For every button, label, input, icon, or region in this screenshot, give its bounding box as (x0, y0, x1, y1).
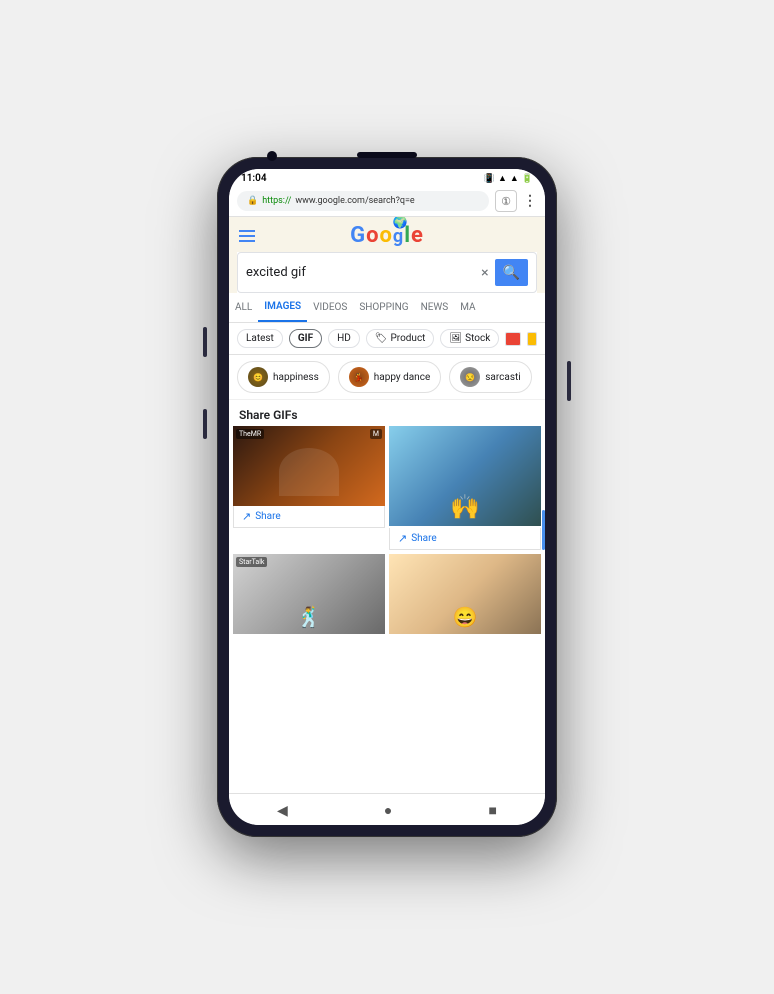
volume-down-button (203, 409, 207, 439)
share-label-2: Share (411, 533, 436, 544)
chip-gif[interactable]: GIF (289, 329, 322, 348)
gif-thumb-2: 🙌 (389, 426, 541, 526)
gif-source-badge: M (370, 429, 382, 439)
share-label-1: Share (255, 511, 280, 522)
vibrate-icon: 📳 (484, 174, 495, 184)
hamburger-line (239, 240, 255, 242)
pill-avatar-2: 💃 (349, 367, 369, 387)
pill-happiness[interactable]: 😊 happiness (237, 361, 330, 393)
tab-all[interactable]: ALL (229, 293, 258, 322)
chip-stock[interactable]: 🖼 Stock (440, 329, 499, 348)
hamburger-line (239, 235, 255, 237)
logo-g: G (350, 223, 366, 248)
google-logo: G o o g 🌍 l e (350, 223, 424, 248)
tab-shopping[interactable]: SHOPPING (353, 293, 414, 322)
share-icon-2: ↗ (398, 532, 407, 545)
logo-doodle: g 🌍 (393, 223, 404, 248)
status-time: 11:04 (241, 173, 267, 184)
logo-o2: o (379, 223, 392, 248)
hamburger-menu-button[interactable] (239, 230, 255, 242)
home-button[interactable]: ● (384, 802, 392, 819)
logo-e: e (411, 223, 424, 248)
gif-thumb-4: 😄 (389, 554, 541, 634)
speaker (357, 152, 417, 158)
camera (267, 151, 277, 161)
search-query: excited gif (246, 265, 475, 280)
tag-icon: 🏷 (375, 333, 388, 344)
gif-figure-2: 🙌 (450, 493, 480, 521)
chip-hd[interactable]: HD (328, 329, 360, 348)
search-box[interactable]: excited gif × 🔍 (237, 252, 537, 293)
wifi-icon: ▲ (498, 173, 507, 184)
google-header: G o o g 🌍 l e (229, 217, 545, 252)
gif-card-4[interactable]: 😄 (389, 554, 541, 634)
hamburger-line (239, 230, 255, 232)
gif-label-1: TheMR (236, 429, 264, 439)
tab-more[interactable]: MA (454, 293, 481, 322)
gif-thumb-3: StarTalk 🕺 (233, 554, 385, 634)
search-area: excited gif × 🔍 (237, 252, 537, 293)
url-bar: 🔒 https:// www.google.com/search?q=e ① ⋮ (229, 186, 545, 217)
pill-sarcastic[interactable]: 😒 sarcasti (449, 361, 531, 393)
chip-color[interactable] (505, 332, 521, 346)
gif-person-silhouette (279, 448, 340, 496)
url-https: https:// (262, 196, 291, 206)
image-icon: 🖼 (449, 333, 462, 344)
recents-button[interactable]: ■ (488, 802, 496, 819)
doodle-hat: 🌍 (393, 217, 409, 229)
phone-screen: 11:04 📳 ▲ ▲ 🔋 🔒 https:// www.google.com/… (229, 169, 545, 825)
search-submit-button[interactable]: 🔍 (495, 259, 528, 286)
chip-product[interactable]: 🏷 Product (366, 329, 435, 348)
tab-counter-button[interactable]: ① (495, 190, 517, 212)
gif-card-1[interactable]: TheMR M ↗ Share (233, 426, 385, 550)
pill-avatar-3: 😒 (460, 367, 480, 387)
signal-icon: ▲ (510, 173, 519, 184)
back-button[interactable]: ◀ (277, 803, 288, 819)
search-clear-button[interactable]: × (481, 265, 488, 281)
logo-o1: o (366, 223, 379, 248)
logo-g2: g (393, 226, 404, 247)
status-icons: 📳 ▲ ▲ 🔋 (484, 173, 533, 184)
nav-tabs: ALL IMAGES VIDEOS SHOPPING NEWS (229, 293, 545, 323)
filter-chips: Latest GIF HD 🏷 Product 🖼 Stock (229, 323, 545, 355)
scroll-indicator (542, 510, 545, 550)
pill-avatar-1: 😊 (248, 367, 268, 387)
lock-icon: 🔒 (247, 196, 258, 206)
tab-images[interactable]: IMAGES (258, 293, 307, 322)
tab-videos[interactable]: VIDEOS (307, 293, 353, 322)
gif-card-2[interactable]: 🙌 ↗ Share (389, 426, 541, 550)
share-gifs-section: Share GIFs TheMR M ↗ (229, 400, 545, 793)
url-domain: www.google.com/search?q=e (295, 196, 414, 206)
gif-share-bar-1[interactable]: ↗ Share (233, 506, 385, 528)
chip-latest[interactable]: Latest (237, 329, 283, 348)
share-gifs-title: Share GIFs (229, 400, 545, 426)
share-icon-1: ↗ (242, 510, 251, 523)
tab-news[interactable]: NEWS (415, 293, 455, 322)
bottom-nav: ◀ ● ■ (229, 793, 545, 825)
browser-screen: 11:04 📳 ▲ ▲ 🔋 🔒 https:// www.google.com/… (229, 169, 545, 825)
gif-share-bar-2[interactable]: ↗ Share (389, 528, 541, 550)
gif-grid: TheMR M ↗ Share (229, 426, 545, 634)
battery-icon: 🔋 (522, 174, 533, 184)
gif-card-3[interactable]: StarTalk 🕺 (233, 554, 385, 634)
power-button (567, 361, 571, 401)
url-input[interactable]: 🔒 https:// www.google.com/search?q=e (237, 191, 489, 211)
volume-up-button (203, 327, 207, 357)
browser-content: G o o g 🌍 l e (229, 217, 545, 793)
status-bar: 11:04 📳 ▲ ▲ 🔋 (229, 169, 545, 186)
gif-figure-3: 🕺 (297, 605, 322, 629)
gif-figure-4: 😄 (453, 605, 478, 629)
gif-label-3: StarTalk (236, 557, 267, 567)
pill-happy-dance[interactable]: 💃 happy dance (338, 361, 441, 393)
chip-color-yellow[interactable] (527, 332, 537, 346)
browser-menu-button[interactable]: ⋮ (523, 193, 537, 209)
suggestion-pills: 😊 happiness 💃 happy dance 😒 sarcasti (229, 355, 545, 400)
phone-frame: 11:04 📳 ▲ ▲ 🔋 🔒 https:// www.google.com/… (217, 157, 557, 837)
gif-thumb-1: TheMR M (233, 426, 385, 506)
